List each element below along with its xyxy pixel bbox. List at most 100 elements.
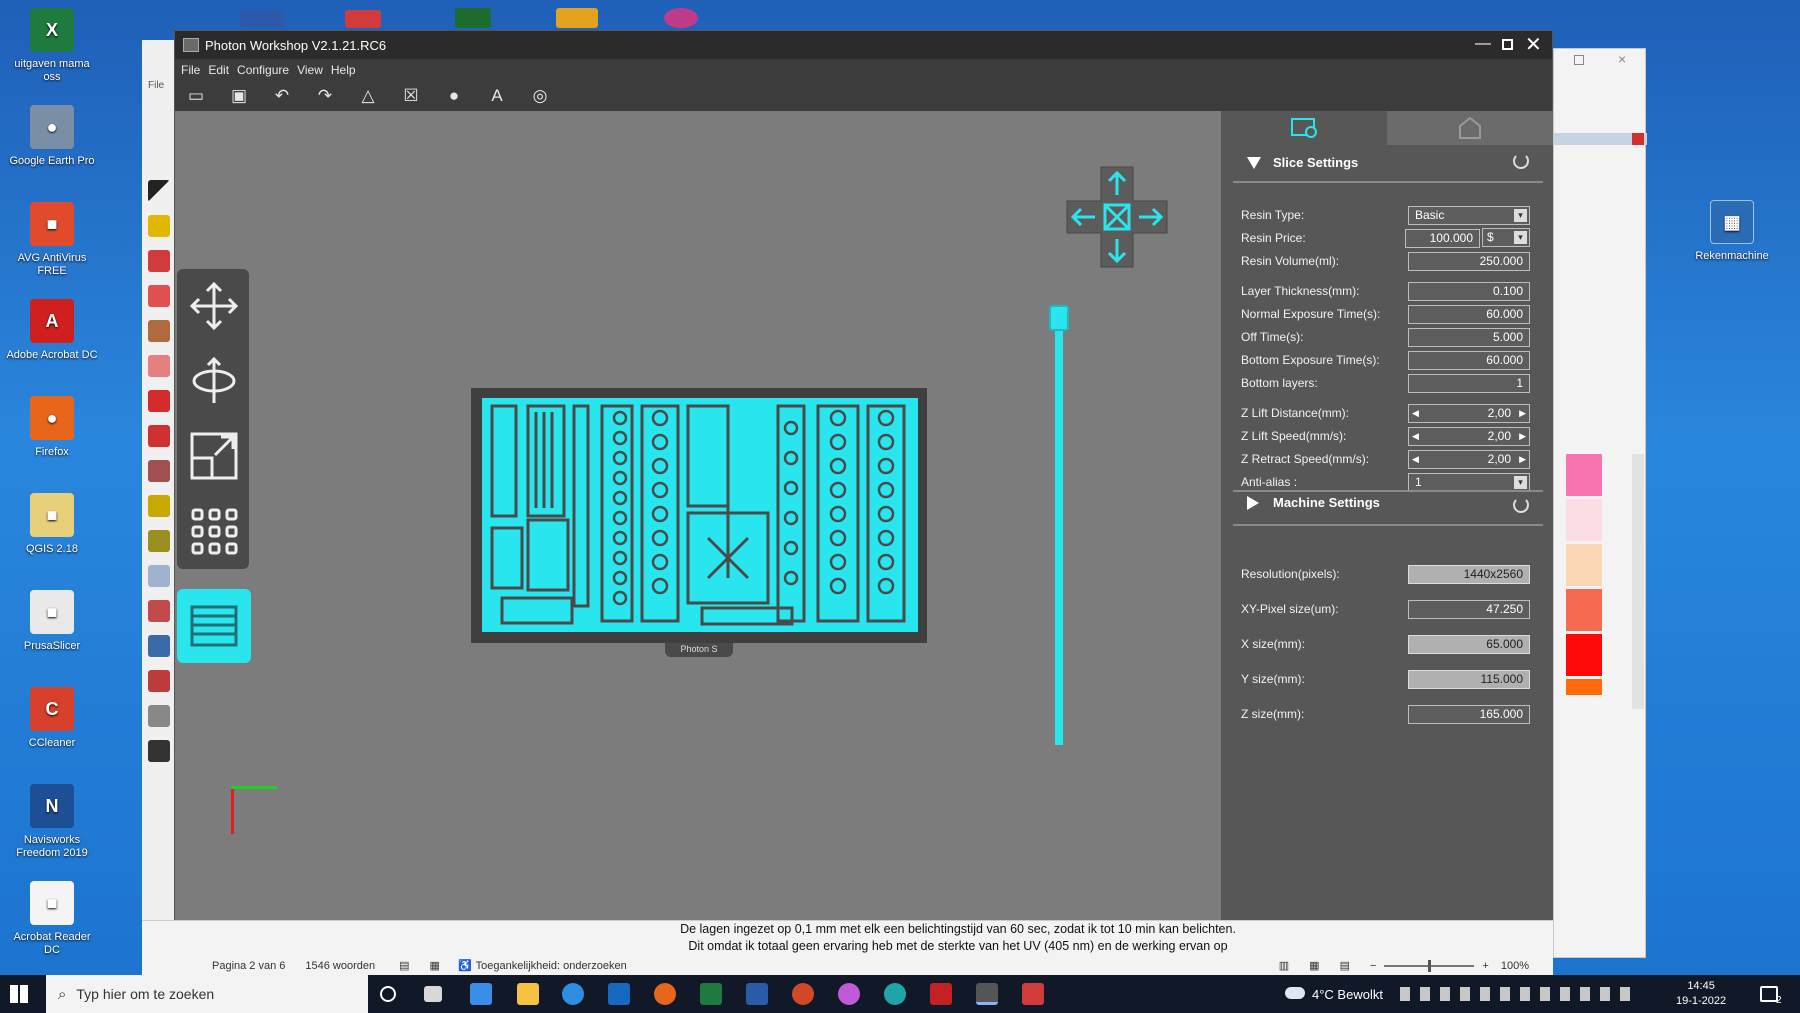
setting-input[interactable]: 250.000 bbox=[1408, 251, 1530, 271]
pen-tool-icon[interactable] bbox=[148, 215, 170, 237]
outlook-icon[interactable] bbox=[608, 983, 630, 1005]
cortana-icon[interactable] bbox=[380, 986, 396, 1002]
3d-viewport[interactable]: Photon S bbox=[175, 111, 1221, 920]
setting-price-input[interactable]: 100.000 bbox=[1405, 228, 1480, 248]
maximize-icon[interactable] bbox=[1502, 39, 1513, 50]
maximize-icon[interactable] bbox=[1574, 55, 1584, 65]
redo-button[interactable]: ↷ bbox=[310, 83, 340, 109]
desktop-icon-2[interactable]: ■ AVG AntiVirus FREE bbox=[6, 202, 98, 278]
clock[interactable]: 14:45 19-1-2022 bbox=[1676, 979, 1726, 1009]
increment-arrow-icon[interactable]: ▶ bbox=[1519, 428, 1526, 445]
minimize-icon[interactable]: — bbox=[1475, 35, 1491, 53]
decrement-arrow-icon[interactable]: ◀ bbox=[1412, 451, 1419, 468]
currency-dropdown[interactable]: $ ▾ bbox=[1482, 228, 1530, 247]
machine-value[interactable]: 47.250 bbox=[1408, 599, 1530, 619]
word-icon[interactable] bbox=[746, 983, 768, 1005]
mirror-button[interactable]: △ bbox=[353, 83, 383, 109]
desktop-icon-6[interactable]: ■ PrusaSlicer bbox=[6, 590, 98, 653]
start-button[interactable] bbox=[10, 985, 28, 1003]
tab-machine[interactable] bbox=[1387, 111, 1553, 145]
setting-dropdown[interactable]: Basic ▾ bbox=[1408, 205, 1530, 225]
status-page[interactable]: Pagina 2 van 6 bbox=[212, 960, 285, 972]
system-tray-icons[interactable] bbox=[1400, 987, 1640, 1001]
desktop-partial-icon-3[interactable] bbox=[455, 8, 491, 28]
chevron-down-icon[interactable]: ▾ bbox=[1514, 475, 1527, 489]
hollow-button[interactable]: ☒ bbox=[396, 83, 426, 109]
model-button[interactable]: ◎ bbox=[525, 83, 555, 109]
filezilla-icon[interactable] bbox=[930, 983, 952, 1005]
array-icon[interactable] bbox=[189, 506, 239, 556]
setting-spinbox[interactable]: 2,00 ◀ ▶ bbox=[1408, 449, 1530, 469]
menu-view[interactable]: View bbox=[297, 63, 323, 77]
view-navigation-pad[interactable] bbox=[1065, 165, 1169, 269]
menu-edit[interactable]: Edit bbox=[208, 63, 229, 77]
increment-arrow-icon[interactable]: ▶ bbox=[1519, 451, 1526, 468]
desktop-icon-3[interactable]: A Adobe Acrobat DC bbox=[6, 299, 98, 362]
setting-spinbox[interactable]: 2,00 ◀ ▶ bbox=[1408, 426, 1530, 446]
proofing-icon[interactable]: ▤ bbox=[399, 959, 409, 972]
read-mode-icon[interactable]: ▥ bbox=[1279, 959, 1289, 972]
layer-slider-handle[interactable] bbox=[1049, 305, 1069, 331]
status-accessibility[interactable]: Toegankelijkheid: onderzoeken bbox=[476, 960, 627, 972]
desktop-partial-icon-4[interactable] bbox=[556, 8, 598, 28]
crop-tool-icon[interactable] bbox=[148, 460, 170, 482]
zoom-slider-thumb[interactable] bbox=[1428, 959, 1432, 972]
decrement-arrow-icon[interactable]: ◀ bbox=[1412, 428, 1419, 445]
rotate-icon[interactable] bbox=[189, 356, 239, 406]
desktop-icon-8[interactable]: N Navisworks Freedom 2019 bbox=[6, 784, 98, 860]
excel-icon[interactable] bbox=[700, 983, 722, 1005]
star-tool-icon[interactable] bbox=[148, 565, 170, 587]
chevron-down-icon[interactable]: ▾ bbox=[1514, 208, 1527, 222]
zoom-tool-icon[interactable] bbox=[148, 635, 170, 657]
menu-help[interactable]: Help bbox=[331, 63, 356, 77]
setting-input[interactable]: 60.000 bbox=[1408, 350, 1530, 370]
powerpoint-icon[interactable] bbox=[792, 983, 814, 1005]
move-icon[interactable] bbox=[189, 281, 239, 331]
desktop-icon-5[interactable]: ■ QGIS 2.18 bbox=[6, 493, 98, 556]
color-swatch-peach[interactable] bbox=[1566, 544, 1602, 586]
brush-tool-icon[interactable] bbox=[148, 495, 170, 517]
task-view-icon[interactable] bbox=[424, 986, 442, 1002]
text-button[interactable]: A bbox=[482, 83, 512, 109]
status-words[interactable]: 1546 woorden bbox=[305, 960, 375, 972]
setting-input[interactable]: 1 bbox=[1408, 373, 1530, 393]
desktop-partial-icon-2[interactable] bbox=[345, 10, 381, 28]
macro-icon[interactable]: ▦ bbox=[430, 959, 440, 972]
color-swatch-red[interactable] bbox=[1566, 634, 1602, 676]
curve-tool-icon[interactable] bbox=[148, 285, 170, 307]
move-tool-icon[interactable] bbox=[148, 390, 170, 412]
pdf-app-icon[interactable] bbox=[1022, 983, 1044, 1005]
tab-slice-settings[interactable] bbox=[1221, 111, 1387, 145]
desktop-icon-1[interactable]: ● Google Earth Pro bbox=[6, 105, 98, 168]
machine-settings-header[interactable]: Machine Settings bbox=[1247, 495, 1380, 510]
footprint-tool-icon[interactable] bbox=[148, 740, 170, 762]
setting-dropdown[interactable]: 1 ▾ bbox=[1408, 472, 1530, 492]
scale-icon[interactable] bbox=[189, 431, 239, 481]
desktop-icon-calculator[interactable]: ▦ Rekenmachine bbox=[1686, 200, 1778, 263]
zoom-in-icon[interactable]: + bbox=[1482, 960, 1488, 972]
color-swatch-orange[interactable] bbox=[1566, 679, 1602, 695]
paint-app-icon[interactable] bbox=[838, 983, 860, 1005]
increment-arrow-icon[interactable]: ▶ bbox=[1519, 405, 1526, 422]
machine-value[interactable]: 165.000 bbox=[1408, 704, 1530, 724]
reset-machine-settings-icon[interactable] bbox=[1513, 497, 1529, 513]
pin-tool-icon[interactable] bbox=[148, 705, 170, 727]
close-icon[interactable]: ✕ bbox=[1525, 32, 1542, 57]
zoom-slider[interactable] bbox=[1384, 959, 1475, 972]
lasso-tool-icon[interactable] bbox=[148, 355, 170, 377]
save-button[interactable]: ▣ bbox=[224, 83, 254, 109]
menu-file[interactable]: File bbox=[181, 63, 200, 77]
chevron-down-icon[interactable]: ▾ bbox=[1514, 231, 1527, 244]
menu-file-label[interactable]: File bbox=[148, 80, 164, 91]
desktop-partial-icon-1[interactable] bbox=[240, 10, 284, 28]
setting-input[interactable]: 0.100 bbox=[1408, 281, 1530, 301]
setting-input[interactable]: 60.000 bbox=[1408, 304, 1530, 324]
rotate-tool-icon[interactable] bbox=[148, 425, 170, 447]
menu-configure[interactable]: Configure bbox=[237, 63, 289, 77]
setting-input[interactable]: 5.000 bbox=[1408, 327, 1530, 347]
mask-button[interactable]: ● bbox=[439, 83, 469, 109]
desktop-partial-icon-5[interactable] bbox=[664, 8, 698, 28]
edge-icon[interactable] bbox=[884, 983, 906, 1005]
photon-workshop-taskbar-icon[interactable] bbox=[976, 983, 998, 1005]
close-icon[interactable]: × bbox=[1618, 51, 1626, 67]
